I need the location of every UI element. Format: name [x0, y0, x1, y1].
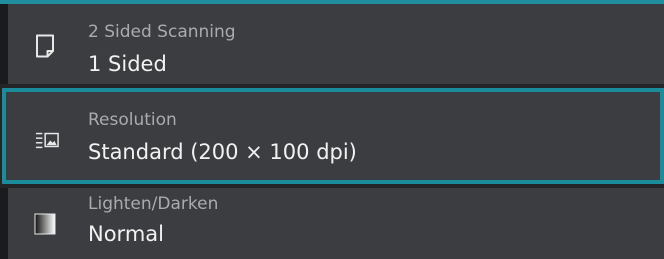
- setting-value: Normal: [88, 222, 164, 246]
- setting-lighten-darken[interactable]: Lighten/Darken Normal: [0, 188, 664, 259]
- setting-label: 2 Sided Scanning: [88, 22, 236, 42]
- setting-value: Standard (200 × 100 dpi): [88, 140, 357, 164]
- page-icon: [33, 34, 57, 58]
- setting-label: Resolution: [88, 110, 177, 130]
- gradient-icon: [33, 212, 57, 236]
- setting-label: Lighten/Darken: [88, 194, 219, 214]
- setting-resolution[interactable]: Resolution Standard (200 × 100 dpi): [2, 88, 664, 184]
- setting-value: 1 Sided: [88, 52, 167, 76]
- setting-2-sided-scanning[interactable]: 2 Sided Scanning 1 Sided: [0, 4, 664, 84]
- resolution-icon: [35, 128, 59, 152]
- settings-list: 2 Sided Scanning 1 Sided Resolution Stan…: [0, 4, 664, 259]
